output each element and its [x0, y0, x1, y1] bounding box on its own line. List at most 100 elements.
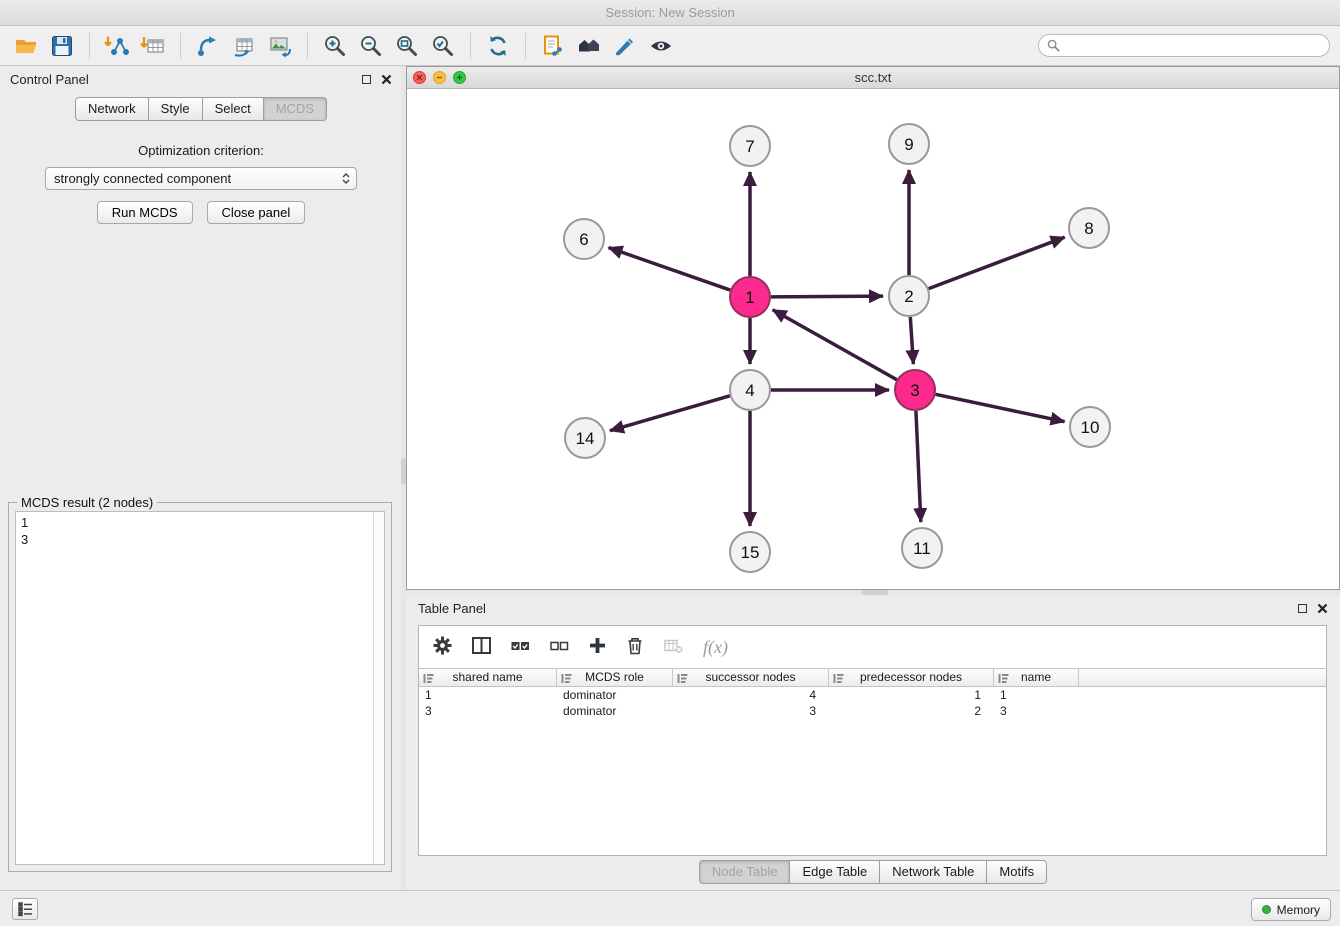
table-row[interactable]: 3dominator323 [419, 703, 1326, 719]
zoom-fit-icon[interactable] [389, 30, 425, 62]
criterion-dropdown[interactable]: strongly connected component [45, 167, 357, 190]
import-table-icon[interactable] [135, 30, 171, 62]
column-header-successor-nodes[interactable]: successor nodes [673, 669, 829, 686]
split-column-icon[interactable] [472, 637, 491, 657]
edge-1-6[interactable] [609, 248, 731, 290]
application-window: Session: New Session [0, 0, 1340, 926]
window-titlebar: Session: New Session [0, 0, 1340, 26]
add-column-icon[interactable] [589, 637, 606, 657]
edge-3-10[interactable] [936, 394, 1065, 421]
open-file-icon[interactable] [8, 30, 44, 62]
table-panel: Table Panel [406, 595, 1340, 890]
network-share-icon[interactable] [190, 30, 226, 62]
zoom-selected-icon[interactable] [425, 30, 461, 62]
edge-3-11[interactable] [916, 411, 921, 522]
close-window-icon[interactable] [413, 71, 426, 84]
network-graph[interactable]: 7 9 6 8 1 2 4 3 14 10 15 11 [407, 89, 1339, 590]
annotation-icon[interactable] [535, 30, 571, 62]
search-input[interactable] [1065, 39, 1321, 53]
node-3[interactable]: 3 [895, 370, 935, 410]
network-window-titlebar[interactable]: scc.txt [407, 67, 1339, 89]
node-1[interactable]: 1 [730, 277, 770, 317]
table-cell: 4 [673, 687, 829, 703]
close-table-panel-icon[interactable] [1317, 603, 1328, 614]
zoom-out-icon[interactable] [353, 30, 389, 62]
tab-motifs[interactable]: Motifs [986, 860, 1047, 884]
memory-button[interactable]: Memory [1251, 898, 1331, 921]
edge-3-1[interactable] [773, 310, 897, 380]
save-session-icon[interactable] [44, 30, 80, 62]
search-icon [1047, 39, 1060, 52]
table-cell: 2 [829, 703, 994, 719]
zoom-in-icon[interactable] [317, 30, 353, 62]
table-tabs: Node Table Edge Table Network Table Moti… [406, 860, 1340, 884]
float-panel-icon[interactable] [362, 75, 371, 84]
search-box[interactable] [1038, 34, 1330, 57]
table-cell: 3 [673, 703, 829, 719]
control-panel-tabs: Network Style Select MCDS [0, 97, 402, 121]
node-14[interactable]: 14 [565, 418, 605, 458]
optimization-label: Optimization criterion: [0, 143, 402, 158]
deselect-all-icon[interactable] [550, 639, 569, 656]
node-table: f(x) shared nameMCDS rolesuccessor nodes… [418, 625, 1327, 856]
zoom-window-icon[interactable] [453, 71, 466, 84]
column-header-predecessor-nodes[interactable]: predecessor nodes [829, 669, 994, 686]
network-window: scc.txt 7 9 6 8 1 2 4 3 14 10 15 11 [406, 66, 1340, 590]
group-nodes-icon[interactable] [571, 30, 607, 62]
tab-edge-table[interactable]: Edge Table [789, 860, 880, 884]
task-history-button[interactable] [12, 898, 38, 920]
svg-text:15: 15 [741, 543, 760, 562]
node-8[interactable]: 8 [1069, 208, 1109, 248]
tab-network-table[interactable]: Network Table [879, 860, 987, 884]
node-6[interactable]: 6 [564, 219, 604, 259]
column-header-MCDS-role[interactable]: MCDS role [557, 669, 673, 686]
node-2[interactable]: 2 [889, 276, 929, 316]
dropdown-stepper-icon [338, 173, 356, 184]
edge-4-14[interactable] [610, 396, 730, 431]
close-panel-button[interactable]: Close panel [207, 201, 306, 224]
table-body: 1dominator4113dominator323 [419, 687, 1326, 719]
gear-icon[interactable] [433, 636, 452, 658]
refresh-layout-icon[interactable] [480, 30, 516, 62]
table-panel-header: Table Panel [406, 595, 1340, 621]
edge-2-3[interactable] [910, 317, 913, 364]
network-canvas[interactable]: 7 9 6 8 1 2 4 3 14 10 15 11 [407, 89, 1339, 589]
show-hide-icon[interactable] [643, 30, 679, 62]
tab-select[interactable]: Select [202, 97, 264, 121]
svg-text:14: 14 [576, 429, 595, 448]
run-mcds-button[interactable]: Run MCDS [97, 201, 193, 224]
column-header-shared-name[interactable]: shared name [419, 669, 557, 686]
node-9[interactable]: 9 [889, 124, 929, 164]
minimize-window-icon[interactable] [433, 71, 446, 84]
mcds-result-list[interactable]: 13 [15, 511, 385, 865]
tab-network[interactable]: Network [75, 97, 149, 121]
style-filter-icon[interactable] [607, 30, 643, 62]
edge-2-8[interactable] [929, 237, 1065, 288]
close-panel-icon[interactable] [381, 74, 392, 85]
node-15[interactable]: 15 [730, 532, 770, 572]
node-10[interactable]: 10 [1070, 407, 1110, 447]
tab-mcds[interactable]: MCDS [263, 97, 327, 121]
column-header-name[interactable]: name [994, 669, 1079, 686]
list-icon [18, 901, 33, 917]
export-image-icon[interactable] [262, 30, 298, 62]
node-4[interactable]: 4 [730, 370, 770, 410]
import-network-icon[interactable] [99, 30, 135, 62]
new-table-icon[interactable] [226, 30, 262, 62]
node-7[interactable]: 7 [730, 126, 770, 166]
criterion-value: strongly connected component [54, 171, 338, 186]
toolbar-separator [470, 33, 471, 59]
table-row[interactable]: 1dominator411 [419, 687, 1326, 703]
delete-column-icon[interactable] [626, 636, 644, 658]
svg-text:7: 7 [745, 137, 754, 156]
result-scrollbar[interactable] [373, 512, 384, 864]
column-attr-icon [677, 673, 688, 684]
table-cell: 1 [994, 687, 1079, 703]
tab-style[interactable]: Style [148, 97, 203, 121]
table-header-row: shared nameMCDS rolesuccessor nodesprede… [419, 668, 1326, 687]
tab-node-table[interactable]: Node Table [699, 860, 791, 884]
node-11[interactable]: 11 [902, 528, 942, 568]
edge-1-2[interactable] [771, 296, 883, 297]
select-all-icon[interactable] [511, 639, 530, 656]
float-table-panel-icon[interactable] [1298, 604, 1307, 613]
